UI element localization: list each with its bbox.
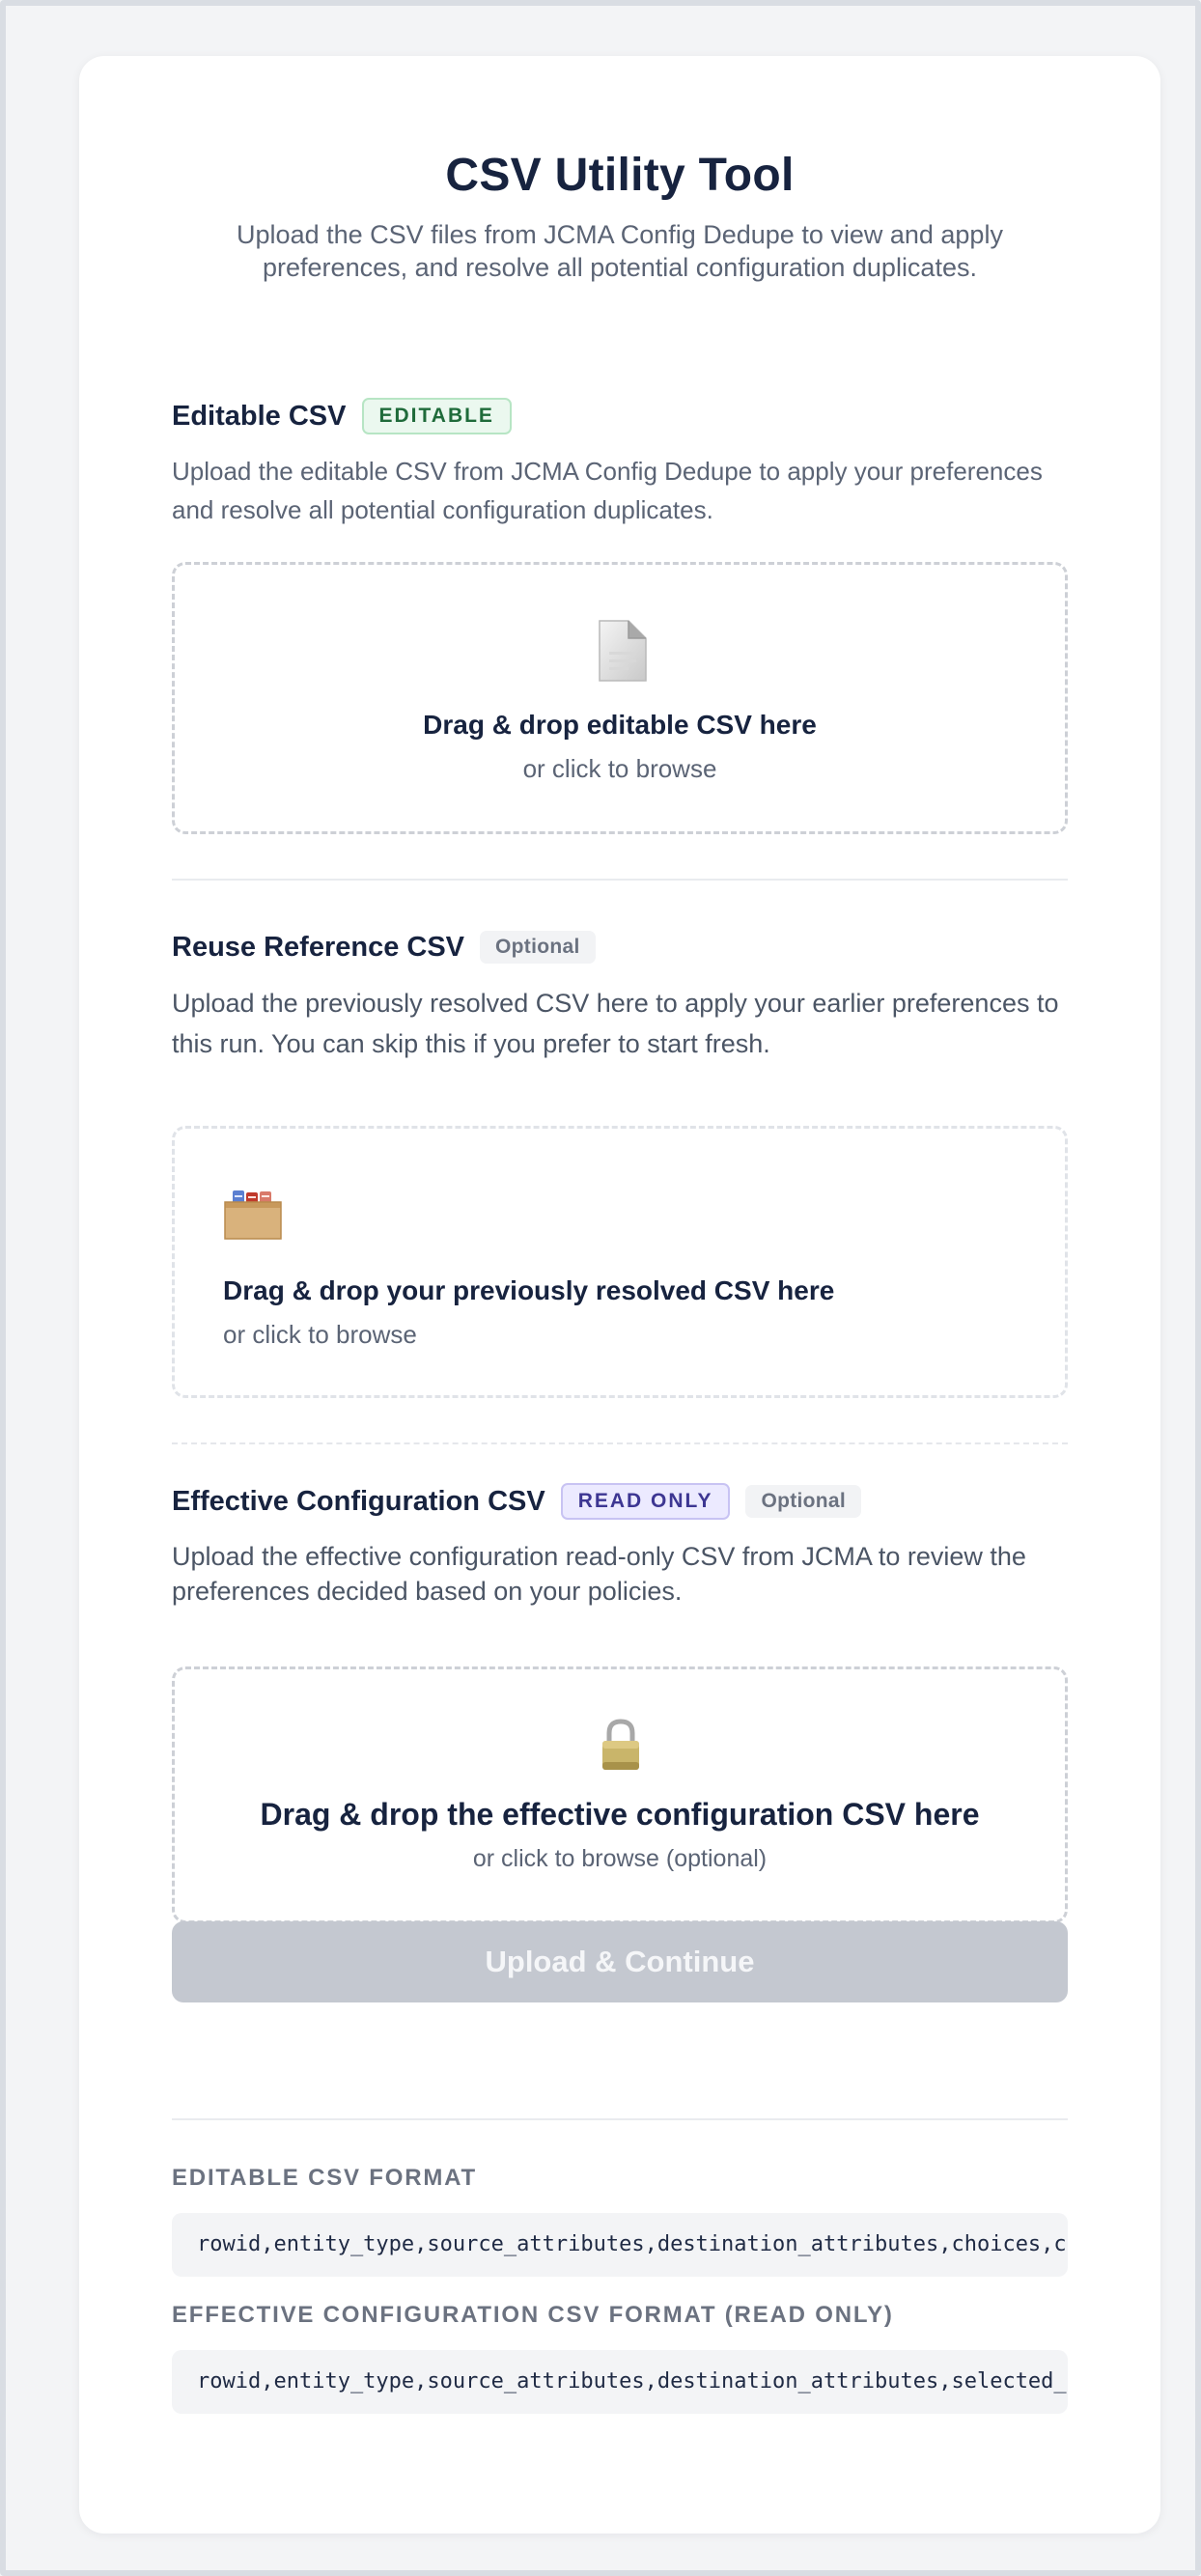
optional-badge: Optional (745, 1485, 862, 1518)
reuse-section-header: Reuse Reference CSV Optional (172, 927, 1068, 967)
editable-format-code[interactable]: rowid,entity_type,source_attributes,dest… (172, 2213, 1068, 2277)
card-file-box-icon (223, 1187, 283, 1241)
reuse-dropzone-subtitle: or click to browse (223, 1320, 417, 1349)
optional-badge: Optional (480, 931, 596, 964)
editable-section-header: Editable CSV EDITABLE (172, 396, 1068, 436)
editable-dropzone-title: Drag & drop editable CSV here (423, 710, 817, 740)
editable-dropzone-subtitle: or click to browse (522, 754, 717, 783)
reuse-section-description: Upload the previously resolved CSV here … (172, 989, 1059, 1058)
section-divider (172, 879, 1068, 881)
editable-format-label: EDITABLE CSV FORMAT (172, 2165, 477, 2191)
effective-dropzone[interactable]: Drag & drop the effective configuration … (172, 1666, 1068, 1923)
reuse-section-title: Reuse Reference CSV (172, 931, 465, 963)
editable-section-description: Upload the editable CSV from JCMA Config… (172, 457, 1043, 524)
effective-section-description: Upload the effective configuration read-… (172, 1542, 1026, 1606)
reuse-dropzone[interactable]: Drag & drop your previously resolved CSV… (172, 1126, 1068, 1398)
effective-section-title: Effective Configuration CSV (172, 1485, 545, 1517)
effective-dropzone-title: Drag & drop the effective configuration … (260, 1797, 980, 1832)
effective-format-code[interactable]: rowid,entity_type,source_attributes,dest… (172, 2350, 1068, 2414)
lock-icon (598, 1718, 644, 1772)
page-subtitle: Upload the CSV files from JCMA Config De… (237, 220, 1003, 282)
effective-dropzone-subtitle: or click to browse (optional) (472, 1845, 768, 1872)
effective-section-header: Effective Configuration CSV READ ONLY Op… (172, 1481, 1068, 1522)
readonly-badge: READ ONLY (560, 1483, 731, 1520)
editable-dropzone[interactable]: Drag & drop editable CSV here or click t… (172, 562, 1068, 834)
section-divider (172, 2118, 1068, 2120)
document-icon (596, 619, 650, 683)
upload-continue-button[interactable]: Upload & Continue (172, 1921, 1068, 2002)
page-frame: CSV Utility Tool Upload the CSV files fr… (0, 0, 1201, 2576)
page-title: CSV Utility Tool (445, 150, 795, 201)
section-divider (172, 1442, 1068, 1444)
reuse-dropzone-title: Drag & drop your previously resolved CSV… (223, 1275, 835, 1305)
upload-card: CSV Utility Tool Upload the CSV files fr… (79, 56, 1160, 2534)
editable-badge: EDITABLE (361, 398, 512, 434)
editable-section-title: Editable CSV (172, 400, 347, 432)
effective-format-label: EFFECTIVE CONFIGURATION CSV FORMAT (READ… (172, 2302, 894, 2328)
